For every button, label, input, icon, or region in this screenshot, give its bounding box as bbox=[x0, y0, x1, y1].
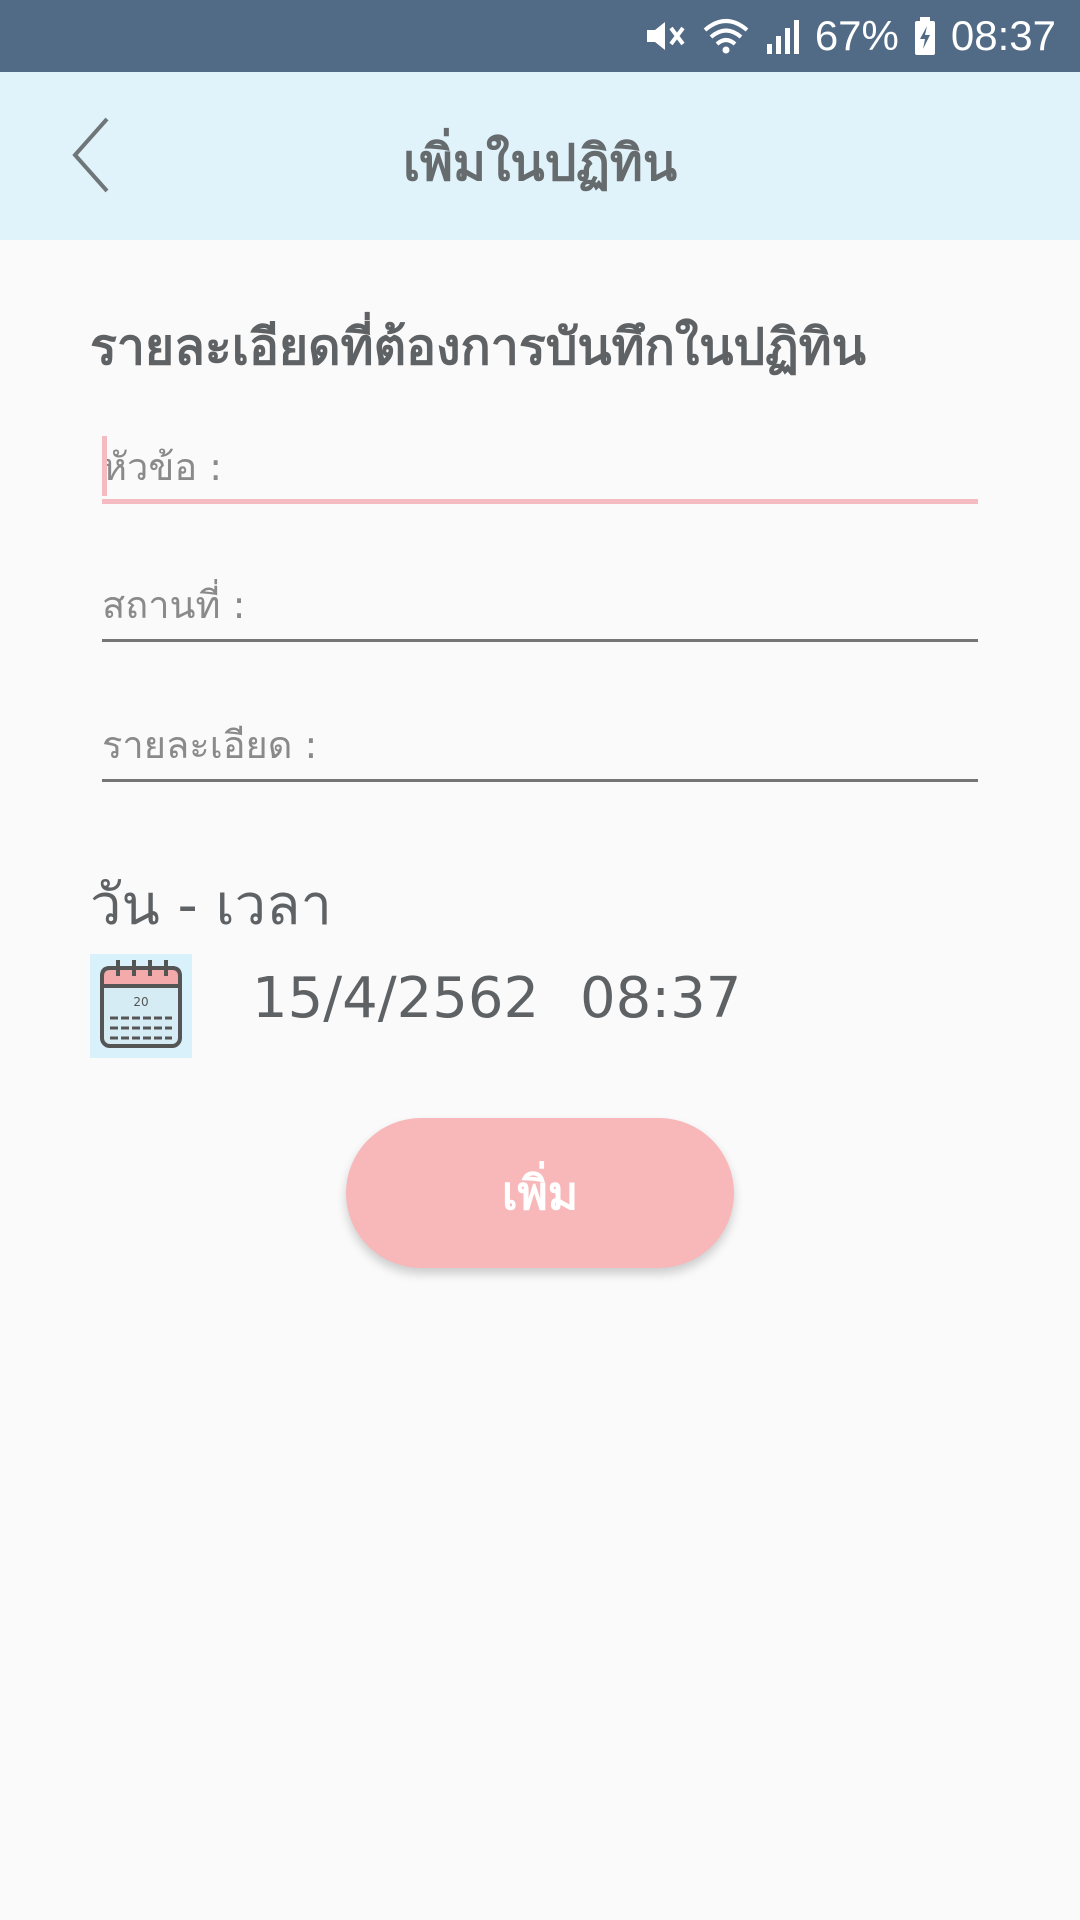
mute-icon bbox=[643, 16, 687, 56]
page-title: เพิ่มในปฏิทิน bbox=[402, 134, 678, 192]
topic-input[interactable] bbox=[102, 430, 978, 504]
details-input[interactable] bbox=[102, 708, 978, 782]
calendar-icon: 20 bbox=[96, 956, 186, 1056]
time-value[interactable]: 08:37 bbox=[580, 966, 741, 1031]
location-underline bbox=[102, 639, 978, 642]
app-bar: เพิ่มในปฏิทิน bbox=[0, 72, 1080, 240]
date-value[interactable]: 15/4/2562 bbox=[252, 966, 539, 1031]
status-bar: 67% 08:37 bbox=[0, 0, 1080, 72]
location-field[interactable] bbox=[102, 568, 978, 642]
battery-charging-icon bbox=[913, 16, 937, 56]
topic-field[interactable] bbox=[102, 430, 978, 504]
status-icons: 67% 08:37 bbox=[643, 0, 1056, 72]
calendar-button[interactable]: 20 bbox=[90, 954, 192, 1058]
details-field[interactable] bbox=[102, 708, 978, 782]
text-cursor bbox=[102, 436, 107, 496]
status-time: 08:37 bbox=[950, 12, 1056, 59]
svg-text:20: 20 bbox=[133, 995, 148, 1009]
section-title: รายละเอียดที่ต้องการบันทึกในปฏิทิน bbox=[90, 318, 866, 376]
datetime-heading: วัน - เวลา bbox=[90, 873, 332, 938]
battery-percent: 67% bbox=[814, 12, 899, 59]
signal-icon bbox=[765, 16, 801, 56]
details-underline bbox=[102, 779, 978, 782]
add-button[interactable]: เพิ่ม bbox=[346, 1118, 734, 1268]
location-input[interactable] bbox=[102, 568, 978, 642]
topic-underline bbox=[102, 499, 978, 504]
wifi-icon bbox=[701, 16, 751, 56]
